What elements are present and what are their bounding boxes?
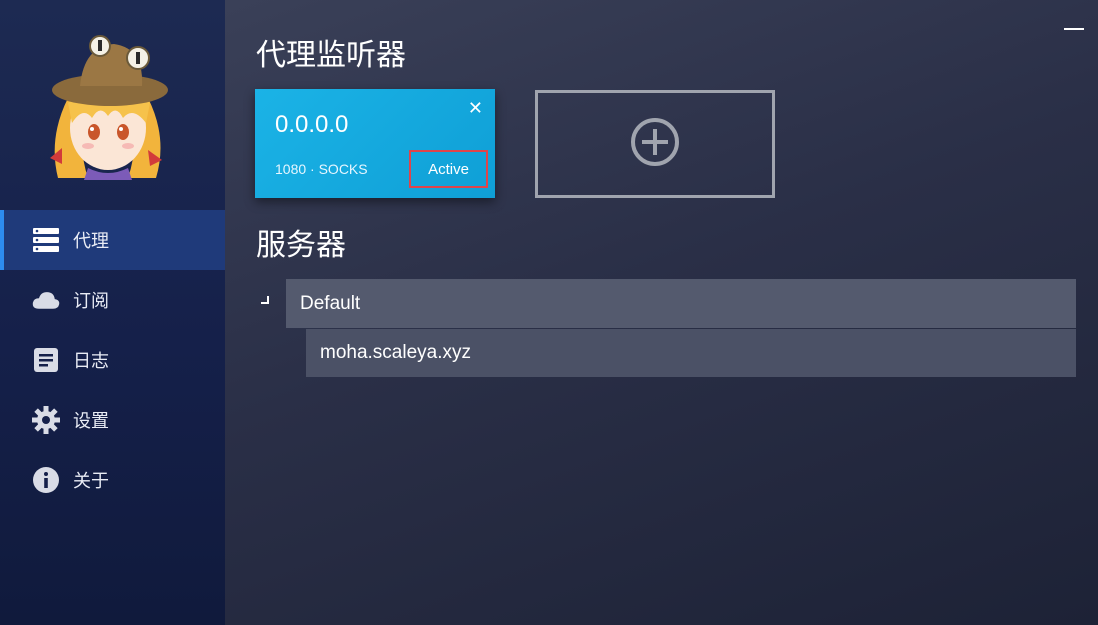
log-icon xyxy=(32,346,60,374)
server-icon xyxy=(32,226,60,254)
sidebar-item-label: 设置 xyxy=(73,411,109,432)
sidebar-item-about[interactable]: 关于 xyxy=(0,450,225,510)
main-panel: 代理监听器 0.0.0.0 ✕ 1080 · SOCKS Active 服务器 … xyxy=(225,0,1098,625)
server-row[interactable]: moha.scaleya.xyz xyxy=(306,329,1076,377)
info-icon xyxy=(32,466,60,494)
plus-circle-icon xyxy=(629,116,681,173)
listener-address: 0.0.0.0 xyxy=(275,111,349,138)
gear-icon xyxy=(32,406,60,434)
close-icon[interactable]: ✕ xyxy=(468,99,483,117)
sidebar-item-label: 订阅 xyxy=(73,291,109,312)
sidebar-item-label: 关于 xyxy=(73,471,109,492)
collapse-toggle-icon[interactable] xyxy=(261,296,271,308)
sidebar: 代理 订阅 日志 设置 关于 xyxy=(0,0,225,625)
servers-title: 服务器 xyxy=(256,228,346,263)
sidebar-item-proxy[interactable]: 代理 xyxy=(0,210,225,270)
sidebar-item-label: 代理 xyxy=(73,231,109,252)
server-name: moha.scaleya.xyz xyxy=(320,342,472,363)
listeners-title: 代理监听器 xyxy=(256,38,406,73)
sidebar-item-settings[interactable]: 设置 xyxy=(0,390,225,450)
avatar xyxy=(28,28,188,188)
sidebar-item-logs[interactable]: 日志 xyxy=(0,330,225,390)
listener-status-button[interactable]: Active xyxy=(409,150,488,188)
add-listener-button[interactable] xyxy=(535,90,775,198)
listener-meta: 1080 · SOCKS xyxy=(275,161,368,177)
cloud-icon xyxy=(32,286,60,314)
server-group-name: Default xyxy=(300,292,361,314)
listener-card[interactable]: 0.0.0.0 ✕ 1080 · SOCKS Active xyxy=(255,89,495,198)
sidebar-item-subscription[interactable]: 订阅 xyxy=(0,270,225,330)
server-group-row[interactable]: Default xyxy=(286,279,1076,328)
sidebar-item-label: 日志 xyxy=(73,351,109,372)
minimize-button[interactable] xyxy=(1064,18,1084,34)
sidebar-nav: 代理 订阅 日志 设置 关于 xyxy=(0,210,225,510)
